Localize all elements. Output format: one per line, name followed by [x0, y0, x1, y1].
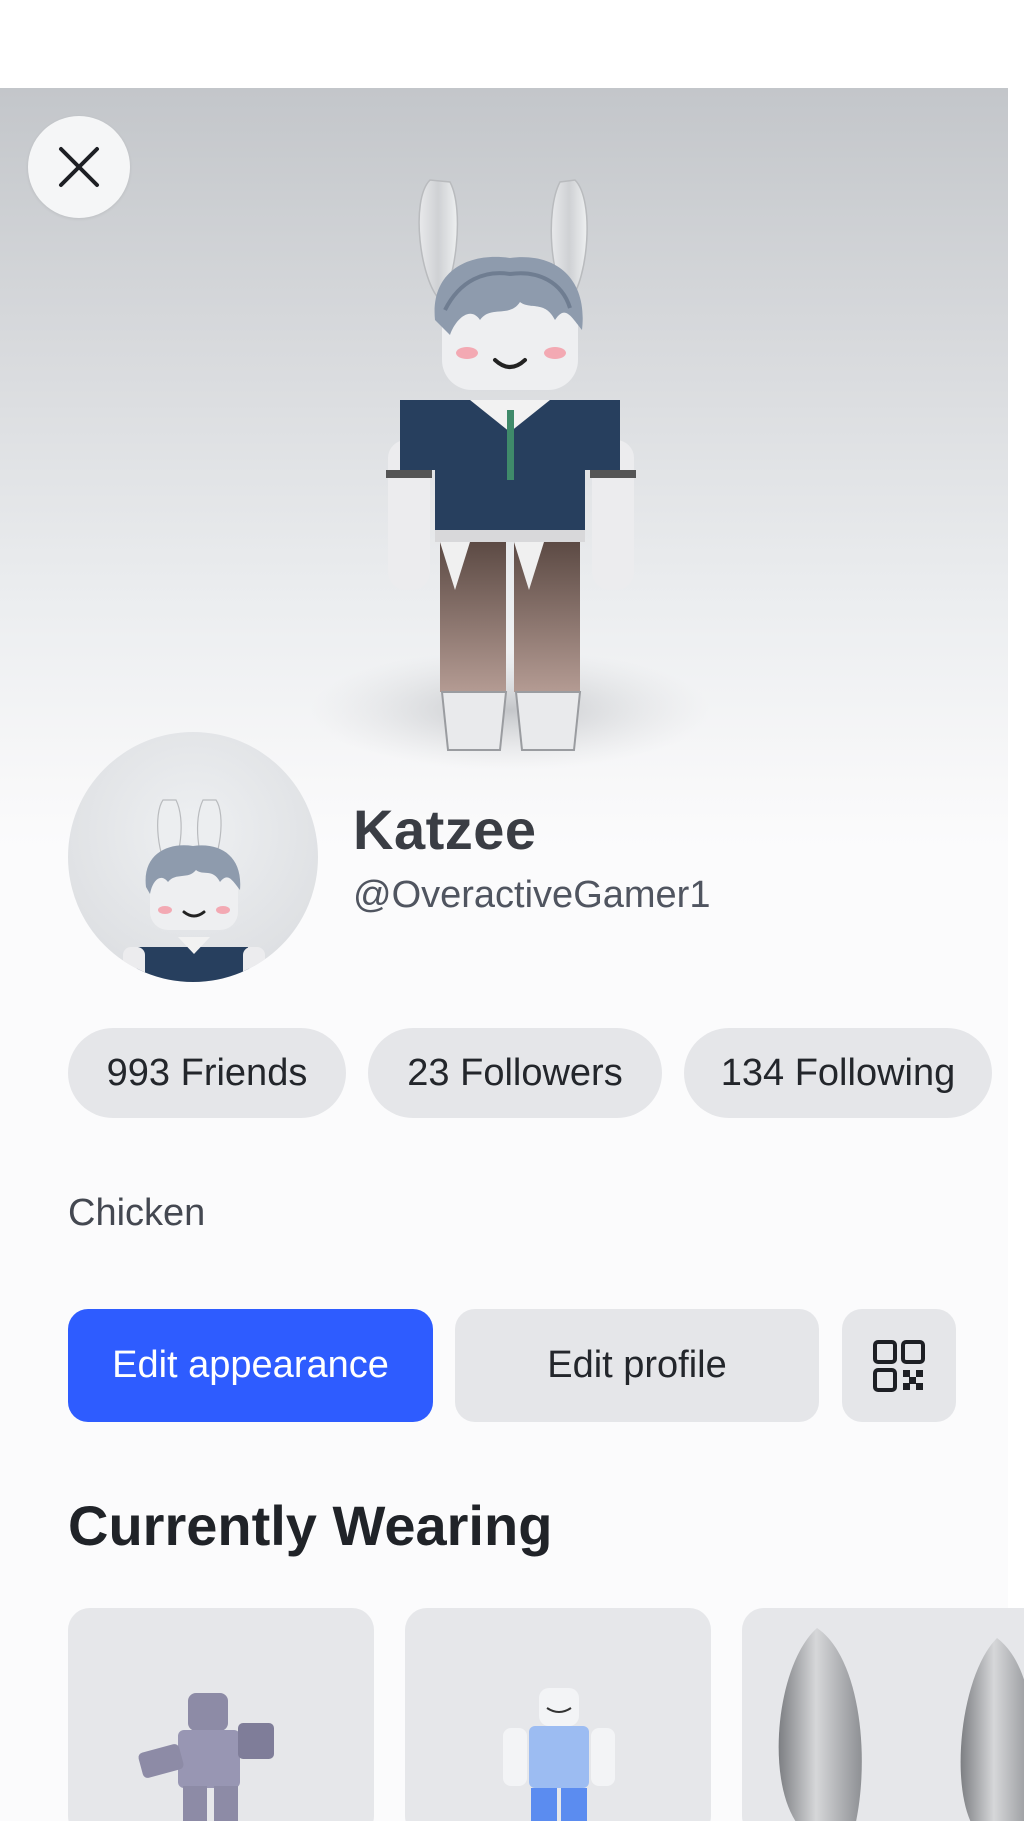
wearing-item-card[interactable]: [68, 1608, 374, 1821]
close-button[interactable]: [28, 116, 130, 218]
avatar-3d-view[interactable]: [270, 170, 750, 770]
following-count-button[interactable]: 134 Following: [684, 1028, 992, 1118]
bunny-ears-thumbnail: [778, 1628, 1024, 1821]
display-name: Katzee: [353, 798, 537, 861]
qr-code-icon: [873, 1339, 925, 1392]
body-thumbnail: [503, 1688, 615, 1821]
qr-code-button[interactable]: [842, 1309, 956, 1422]
profile-bio: Chicken: [68, 1192, 206, 1234]
username: @OveractiveGamer1: [353, 874, 711, 916]
wearing-item-card[interactable]: [742, 1608, 1024, 1821]
edit-profile-button[interactable]: Edit profile: [455, 1309, 819, 1422]
followers-count-button[interactable]: 23 Followers: [368, 1028, 662, 1118]
edit-appearance-button[interactable]: Edit appearance: [68, 1309, 433, 1422]
close-icon: [59, 147, 99, 187]
right-edge: [1008, 88, 1024, 1821]
avatar-headshot-image: [123, 799, 265, 982]
wearing-item-card[interactable]: [405, 1608, 711, 1821]
currently-wearing-title: Currently Wearing: [68, 1494, 553, 1557]
profile-page: Katzee @OveractiveGamer1 993 Friends 23 …: [0, 0, 1024, 1821]
avatar-headshot[interactable]: [68, 732, 318, 982]
friends-count-button[interactable]: 993 Friends: [68, 1028, 346, 1118]
animation-pack-thumbnail: [138, 1693, 274, 1821]
